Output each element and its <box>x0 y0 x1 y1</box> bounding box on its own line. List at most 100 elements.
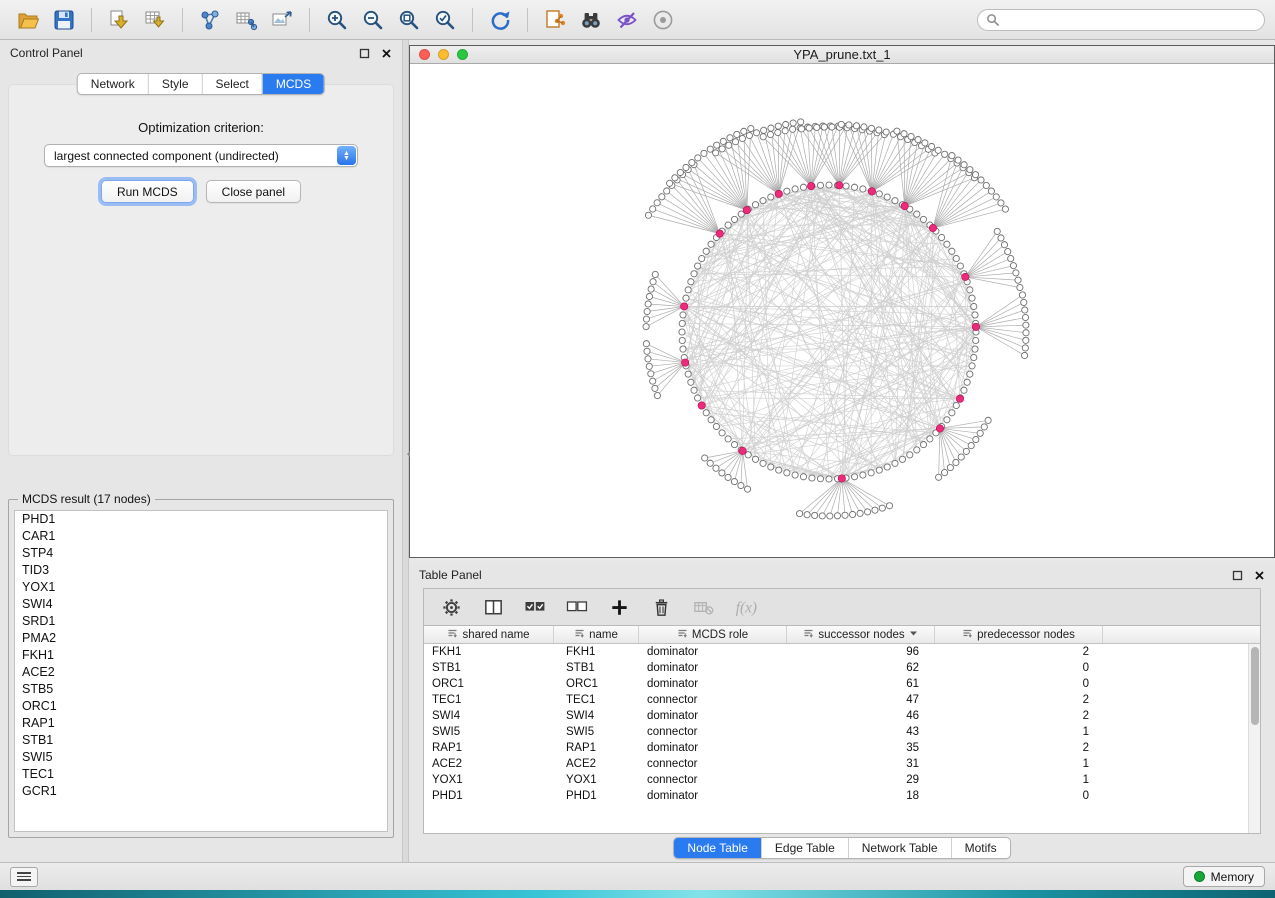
column-header-MCDS-role[interactable]: MCDS role <box>639 626 787 643</box>
mcds-result-item[interactable]: SRD1 <box>15 613 387 630</box>
tab-network-table[interactable]: Network Table <box>848 838 951 858</box>
table-row[interactable]: ORC1ORC1dominator610 <box>424 676 1260 692</box>
close-panel-icon[interactable] <box>1253 569 1265 581</box>
mcds-result-item[interactable]: CAR1 <box>15 528 387 545</box>
column-sort-icon <box>677 628 688 642</box>
network-canvas[interactable] <box>410 64 1274 557</box>
minimize-window-icon[interactable] <box>438 49 449 60</box>
cell-role: connector <box>639 758 787 770</box>
mcds-result-item[interactable]: TID3 <box>15 562 387 579</box>
application-window: Control Panel NetworkStyleSelectMCDS Opt… <box>0 0 1275 898</box>
run-mcds-button[interactable]: Run MCDS <box>101 180 194 203</box>
export-network-icon[interactable] <box>537 4 573 36</box>
optimization-criterion-label: Optimization criterion: <box>8 120 394 135</box>
deselect-all-icon[interactable] <box>564 594 590 620</box>
table-row[interactable]: STB1STB1dominator620 <box>424 660 1260 676</box>
column-header-successor-nodes[interactable]: successor nodes <box>787 626 935 643</box>
mcds-result-item[interactable]: FKH1 <box>15 647 387 664</box>
scrollbar-thumb[interactable] <box>1251 647 1259 725</box>
tab-node-table[interactable]: Node Table <box>674 838 761 858</box>
mcds-result-item[interactable]: GCR1 <box>15 783 387 800</box>
tab-network[interactable]: Network <box>78 74 148 94</box>
table-row[interactable]: RAP1RAP1dominator352 <box>424 740 1260 756</box>
cell-predecessors: 0 <box>935 790 1103 802</box>
mcds-result-item[interactable]: SWI4 <box>15 596 387 613</box>
table-panel-title: Table Panel <box>419 568 482 582</box>
tab-motifs[interactable]: Motifs <box>951 838 1010 858</box>
save-session-icon[interactable] <box>46 4 82 36</box>
table-mode-gear-icon[interactable] <box>438 594 464 620</box>
cell-shared_name: FKH1 <box>424 646 554 658</box>
mcds-result-item[interactable]: STB1 <box>15 732 387 749</box>
column-header-name[interactable]: name <box>554 626 639 643</box>
mcds-result-item[interactable]: RAP1 <box>15 715 387 732</box>
mcds-result-item[interactable]: TEC1 <box>15 766 387 783</box>
chevron-up-down-icon: ▲▼ <box>337 146 356 165</box>
search-input[interactable] <box>1004 13 1256 27</box>
select-all-icon[interactable] <box>522 594 548 620</box>
tab-style[interactable]: Style <box>148 74 202 94</box>
cell-name: PHD1 <box>554 790 639 802</box>
show-hide-columns-icon[interactable] <box>480 594 506 620</box>
network-from-table-icon[interactable] <box>228 4 264 36</box>
zoom-out-icon[interactable] <box>355 4 391 36</box>
zoom-in-icon[interactable] <box>319 4 355 36</box>
float-panel-icon[interactable] <box>1231 569 1243 581</box>
maximize-window-icon[interactable] <box>457 49 468 60</box>
tab-mcds[interactable]: MCDS <box>262 74 324 94</box>
mcds-result-item[interactable]: PHD1 <box>15 511 387 528</box>
import-network-from-file-icon[interactable] <box>101 4 137 36</box>
add-column-icon[interactable] <box>606 594 632 620</box>
table-row[interactable]: FKH1FKH1dominator962 <box>424 644 1260 660</box>
zoom-fit-icon[interactable] <box>391 4 427 36</box>
close-panel-button[interactable]: Close panel <box>206 180 301 203</box>
mcds-result-item[interactable]: ORC1 <box>15 698 387 715</box>
cell-shared_name: TEC1 <box>424 694 554 706</box>
network-graph[interactable] <box>410 64 1274 557</box>
hide-graphics-details-icon[interactable] <box>609 4 645 36</box>
tab-edge-table[interactable]: Edge Table <box>761 838 848 858</box>
mcds-result-item[interactable]: PMA2 <box>15 630 387 647</box>
cell-role: connector <box>639 774 787 786</box>
memory-button[interactable]: Memory <box>1183 866 1265 887</box>
table-row[interactable]: TEC1TEC1connector472 <box>424 692 1260 708</box>
import-table-from-file-icon[interactable] <box>137 4 173 36</box>
delete-column-icon[interactable] <box>648 594 674 620</box>
cell-shared_name: ORC1 <box>424 678 554 690</box>
table-row[interactable]: SWI4SWI4dominator462 <box>424 708 1260 724</box>
memory-label: Memory <box>1211 870 1254 884</box>
mcds-result-item[interactable]: ACE2 <box>15 664 387 681</box>
open-file-icon[interactable] <box>10 4 46 36</box>
vertical-splitter[interactable] <box>402 40 409 862</box>
new-network-icon[interactable] <box>192 4 228 36</box>
table-row[interactable]: YOX1YOX1connector291 <box>424 772 1260 788</box>
cell-name: ACE2 <box>554 758 639 770</box>
mcds-result-item[interactable]: YOX1 <box>15 579 387 596</box>
table-scrollbar[interactable] <box>1248 644 1260 833</box>
optimization-criterion-dropdown[interactable]: largest connected component (undirected)… <box>44 144 358 167</box>
tab-select[interactable]: Select <box>202 74 262 94</box>
zoom-selected-icon[interactable] <box>427 4 463 36</box>
mcds-result-item[interactable]: SWI5 <box>15 749 387 766</box>
table-row[interactable]: SWI5SWI5connector431 <box>424 724 1260 740</box>
mcds-result-item[interactable]: STB5 <box>15 681 387 698</box>
mcds-result-item[interactable]: STP4 <box>15 545 387 562</box>
refresh-view-icon[interactable] <box>482 4 518 36</box>
cell-successors: 47 <box>787 694 935 706</box>
hamburger-menu-icon[interactable] <box>10 867 38 887</box>
column-header-shared-name[interactable]: shared name <box>424 626 554 643</box>
close-window-icon[interactable] <box>419 49 430 60</box>
search-binoculars-icon[interactable] <box>573 4 609 36</box>
close-panel-icon[interactable] <box>380 47 392 59</box>
node-table[interactable]: shared namenameMCDS rolesuccessor nodesp… <box>423 626 1261 834</box>
table-row[interactable]: ACE2ACE2connector311 <box>424 756 1260 772</box>
float-panel-icon[interactable] <box>358 47 370 59</box>
show-graphics-details-icon[interactable] <box>645 4 681 36</box>
mcds-result-list[interactable]: PHD1CAR1STP4TID3YOX1SWI4SRD1PMA2FKH1ACE2… <box>14 510 388 832</box>
export-image-icon[interactable] <box>264 4 300 36</box>
column-header-predecessor-nodes[interactable]: predecessor nodes <box>935 626 1103 643</box>
table-rows: FKH1FKH1dominator962STB1STB1dominator620… <box>424 644 1260 804</box>
table-row[interactable]: PHD1PHD1dominator180 <box>424 788 1260 804</box>
cell-predecessors: 0 <box>935 678 1103 690</box>
search-field[interactable] <box>977 9 1265 31</box>
